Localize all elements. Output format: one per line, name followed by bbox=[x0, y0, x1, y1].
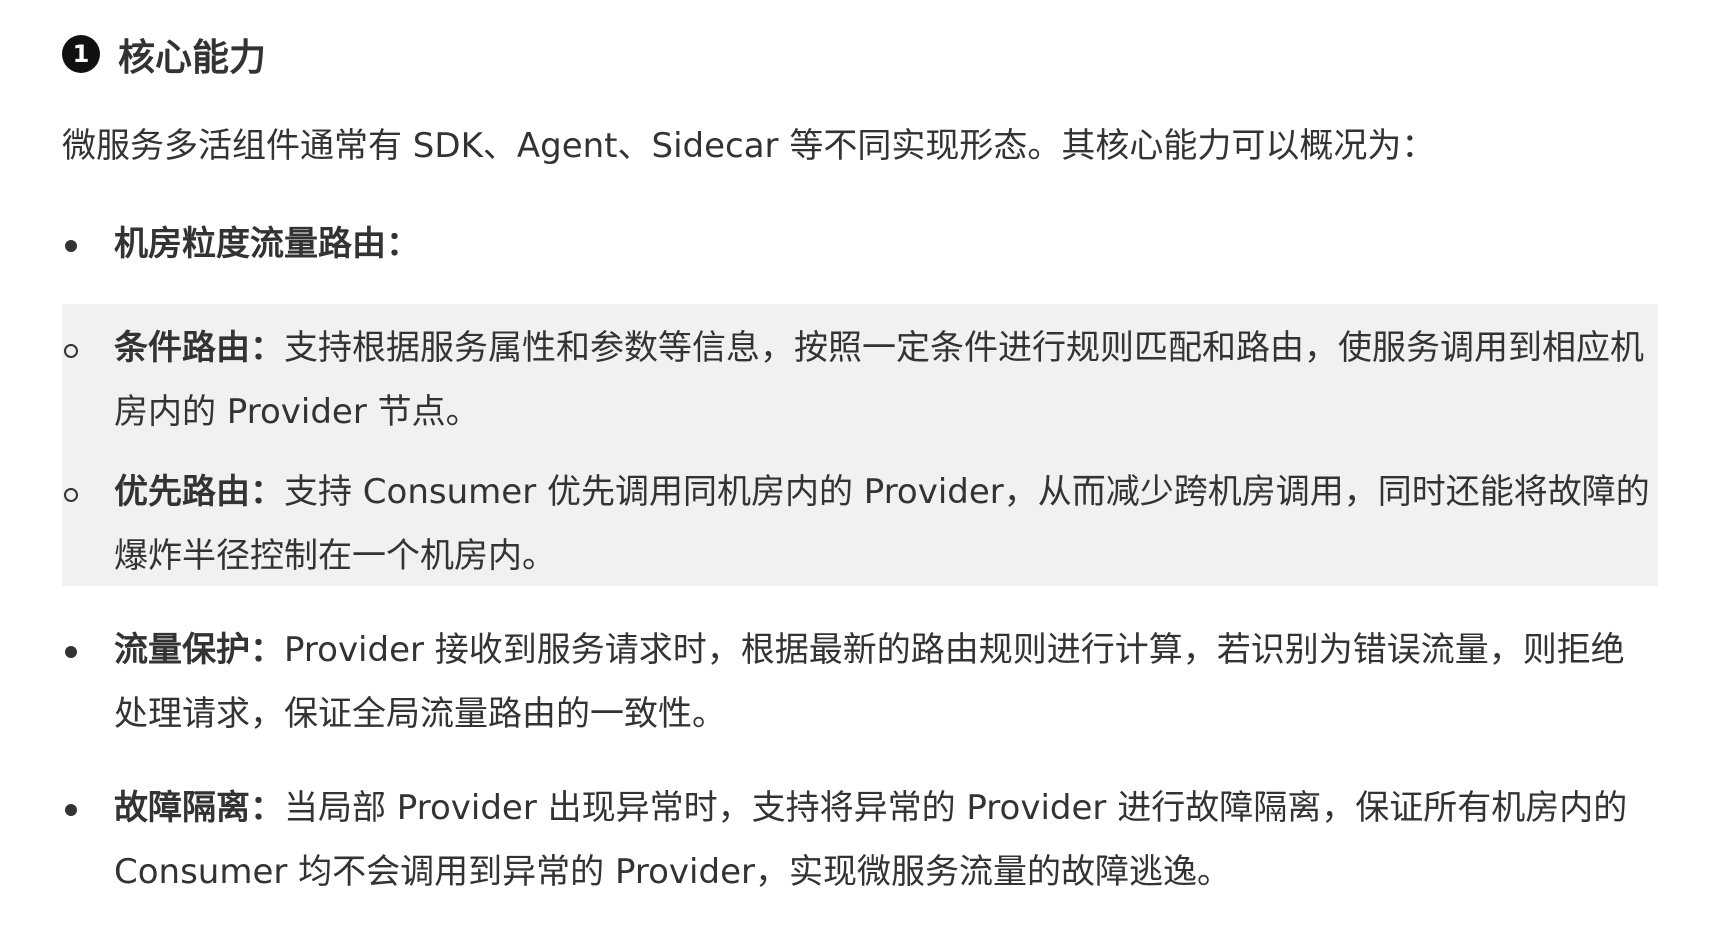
list-item-routing: 机房粒度流量路由： bbox=[62, 212, 1658, 276]
list-item-body: 条件路由：支持根据服务属性和参数等信息，按照一定条件进行规则匹配和路由，使服务调… bbox=[114, 316, 1658, 444]
list-item-title: 机房粒度流量路由： bbox=[114, 224, 420, 264]
circle-bullet-icon bbox=[64, 488, 78, 502]
list-item-body: 流量保护：Provider 接收到服务请求时，根据最新的路由规则进行计算，若识别… bbox=[114, 618, 1658, 746]
list-item-title: 优先路由： bbox=[114, 472, 284, 512]
list-item-text: 支持根据服务属性和参数等信息，按照一定条件进行规则匹配和路由，使服务调用到相应机… bbox=[114, 328, 1644, 432]
list-item-text: 支持 Consumer 优先调用同机房内的 Provider，从而减少跨机房调用… bbox=[114, 472, 1650, 576]
intro-paragraph: 微服务多活组件通常有 SDK、Agent、Sidecar 等不同实现形态。其核心… bbox=[62, 126, 1436, 166]
list-item-body: 优先路由：支持 Consumer 优先调用同机房内的 Provider，从而减少… bbox=[114, 460, 1658, 588]
number-badge: 1 bbox=[62, 35, 100, 73]
list-item-fault-isolation: 故障隔离：当局部 Provider 出现异常时，支持将异常的 Provider … bbox=[62, 776, 1658, 904]
bullet-icon bbox=[65, 240, 77, 252]
list-item-title: 流量保护： bbox=[114, 630, 284, 670]
list-item-title: 故障隔离： bbox=[114, 788, 284, 828]
list-item-title: 条件路由： bbox=[114, 328, 284, 368]
list-item-traffic-protection: 流量保护：Provider 接收到服务请求时，根据最新的路由规则进行计算，若识别… bbox=[62, 618, 1658, 746]
bullet-icon bbox=[65, 646, 77, 658]
list-item-text: 当局部 Provider 出现异常时，支持将异常的 Provider 进行故障隔… bbox=[114, 788, 1628, 892]
list-item-text: Provider 接收到服务请求时，根据最新的路由规则进行计算，若识别为错误流量… bbox=[114, 630, 1625, 734]
section-heading: 1 核心能力 bbox=[62, 26, 266, 82]
circle-bullet-icon bbox=[64, 344, 78, 358]
list-item-body: 机房粒度流量路由： bbox=[114, 212, 1658, 276]
bullet-icon bbox=[65, 804, 77, 816]
sub-list-item-condition-routing: 条件路由：支持根据服务属性和参数等信息，按照一定条件进行规则匹配和路由，使服务调… bbox=[62, 316, 1658, 444]
article-page: 1 核心能力 微服务多活组件通常有 SDK、Agent、Sidecar 等不同实… bbox=[0, 0, 1714, 944]
sub-list-item-priority-routing: 优先路由：支持 Consumer 优先调用同机房内的 Provider，从而减少… bbox=[62, 460, 1658, 588]
section-title: 核心能力 bbox=[118, 36, 266, 79]
list-item-body: 故障隔离：当局部 Provider 出现异常时，支持将异常的 Provider … bbox=[114, 776, 1658, 904]
